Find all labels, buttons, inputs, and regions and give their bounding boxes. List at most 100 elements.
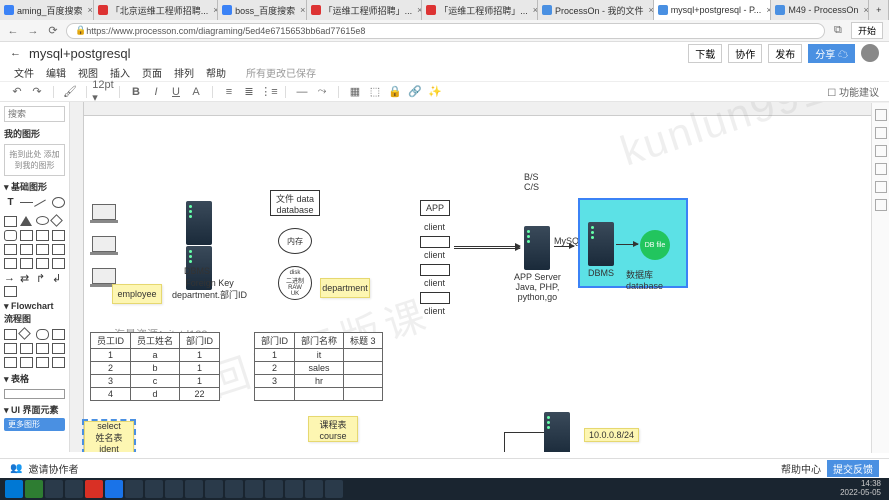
shape-icon[interactable] [20, 357, 33, 368]
shape-icon[interactable] [18, 327, 31, 340]
invite-collab[interactable]: 邀请协作者 [28, 461, 78, 476]
doc-title[interactable]: mysql+postgresql [29, 46, 131, 61]
browser-tab[interactable]: mysql+postgresql - P...× [654, 0, 772, 20]
search-input[interactable] [4, 106, 65, 122]
taskbar-icon[interactable] [25, 480, 43, 498]
menu-file[interactable]: 文件 [14, 65, 34, 80]
arrange-icon[interactable]: ⬚ [368, 85, 382, 99]
cube-icon[interactable]: ⧉ [831, 24, 845, 38]
department-note[interactable]: department [320, 278, 370, 298]
db-file-icon[interactable]: DB file [640, 230, 670, 260]
line-icon[interactable]: — [295, 85, 309, 99]
menu-page[interactable]: 页面 [142, 65, 162, 80]
canvas[interactable]: kunlun991 回收正版课 海量资源：itxtd123 DBMS Forei… [70, 102, 889, 452]
laptop-icon[interactable] [92, 204, 116, 220]
magic-icon[interactable]: ✨ [428, 85, 442, 99]
shape-icon[interactable] [4, 286, 17, 297]
taskbar-icon[interactable] [45, 480, 63, 498]
shape-icon[interactable] [36, 230, 49, 241]
taskbar-icon[interactable] [285, 480, 303, 498]
taskbar-icon[interactable] [125, 480, 143, 498]
diag-line-icon[interactable] [34, 199, 51, 215]
help-link[interactable]: 帮助中心 [781, 461, 821, 476]
panel-icon[interactable] [875, 145, 887, 157]
font-size-icon[interactable]: 12pt ▾ [96, 85, 110, 99]
menu-help[interactable]: 帮助 [206, 65, 226, 80]
employee-note[interactable]: employee [112, 284, 162, 304]
browser-tab[interactable]: 「北京运维工程师招聘...× [94, 0, 218, 20]
taskbar-icon[interactable] [185, 480, 203, 498]
ip-note[interactable]: 10.0.0.8/24 [584, 428, 639, 442]
feature-suggest[interactable]: ☐ 功能建议 [827, 84, 879, 99]
brush-icon[interactable]: 🖌 [63, 85, 77, 99]
panel-icon[interactable] [875, 163, 887, 175]
text-color-icon[interactable]: A [189, 85, 203, 99]
shape-icon[interactable] [52, 329, 65, 340]
start-button[interactable]: 开始 [851, 22, 883, 39]
roundrect-shape-icon[interactable] [4, 230, 17, 241]
shape-icon[interactable] [20, 258, 33, 269]
browser-tab[interactable]: 「运维工程师招聘」...× [422, 0, 538, 20]
taskbar-icon[interactable] [205, 480, 223, 498]
panel-icon[interactable] [875, 127, 887, 139]
underline-icon[interactable]: U [169, 85, 183, 99]
taskbar-icon[interactable] [105, 480, 123, 498]
panel-icon[interactable] [875, 181, 887, 193]
italic-icon[interactable]: I [149, 85, 163, 99]
bold-icon[interactable]: B [129, 85, 143, 99]
close-icon[interactable]: × [300, 5, 305, 15]
shape-icon[interactable] [52, 230, 65, 241]
taskbar-icon[interactable] [265, 480, 283, 498]
submit-feedback-button[interactable]: 提交反馈 [827, 460, 879, 477]
connector-icon[interactable]: ⤳ [315, 85, 329, 99]
server-icon[interactable] [524, 226, 550, 270]
shape-icon[interactable] [20, 244, 33, 255]
collab-button[interactable]: 协作 [728, 44, 762, 63]
shape-icon[interactable] [36, 244, 49, 255]
client-box[interactable] [420, 264, 450, 276]
align-icon[interactable]: ≡ [222, 85, 236, 99]
shape-icon[interactable] [36, 329, 49, 340]
memory-node[interactable]: 内存 [278, 228, 312, 254]
panel-title[interactable]: ▾ UI 界面元素 [4, 401, 65, 418]
line-shape-icon[interactable] [20, 202, 33, 213]
db-group[interactable]: DBMS DB file 数据库database [578, 198, 688, 288]
course-note[interactable]: 课程表 course [308, 416, 358, 442]
close-icon[interactable]: × [88, 5, 93, 15]
shape-icon[interactable] [20, 230, 33, 241]
avatar[interactable] [861, 44, 879, 62]
undo-icon[interactable]: ↶ [10, 85, 24, 99]
shape-icon[interactable] [36, 343, 49, 354]
taskbar-icon[interactable] [325, 480, 343, 498]
new-tab-button[interactable]: + [869, 0, 889, 20]
redo-icon[interactable]: ↷ [30, 85, 44, 99]
browser-tab[interactable]: aming_百度搜索× [0, 0, 94, 20]
client-box[interactable] [420, 292, 450, 304]
list-icon[interactable]: ⋮≡ [262, 85, 276, 99]
ellipse-shape-icon[interactable] [36, 216, 49, 225]
server-icon[interactable] [544, 412, 570, 452]
share-button[interactable]: 分享 ☁ [808, 44, 855, 63]
rect-shape-icon[interactable] [4, 216, 17, 227]
file-db-box[interactable]: 文件 data database [270, 190, 320, 216]
browser-tab[interactable]: ProcessOn - 我的文件× [538, 0, 654, 20]
taskbar-icon[interactable] [165, 480, 183, 498]
panel-title[interactable]: 我的图形 [4, 125, 65, 142]
link-icon[interactable]: 🔗 [408, 85, 422, 99]
shape-icon[interactable] [52, 343, 65, 354]
shape-icon[interactable] [20, 343, 33, 354]
shape-icon[interactable] [4, 343, 17, 354]
system-tray[interactable]: 14:382022-05-05 [840, 480, 885, 498]
client-box[interactable] [420, 236, 450, 248]
shape-icon[interactable] [4, 258, 17, 269]
forward-icon[interactable]: → [26, 24, 40, 38]
department-table[interactable]: 部门ID部门名称标题 3 1it 2sales 3hr [254, 332, 383, 401]
menu-view[interactable]: 视图 [78, 65, 98, 80]
publish-button[interactable]: 发布 [768, 44, 802, 63]
shape-icon[interactable] [52, 258, 65, 269]
circle-shape-icon[interactable] [52, 197, 65, 208]
shape-icon[interactable] [4, 244, 17, 255]
shape-icon[interactable] [36, 258, 49, 269]
add-shape-drop[interactable]: 拖到此处 添加到我的图形 [4, 144, 65, 176]
browser-tab[interactable]: M49 - ProcessOn× [771, 0, 869, 20]
